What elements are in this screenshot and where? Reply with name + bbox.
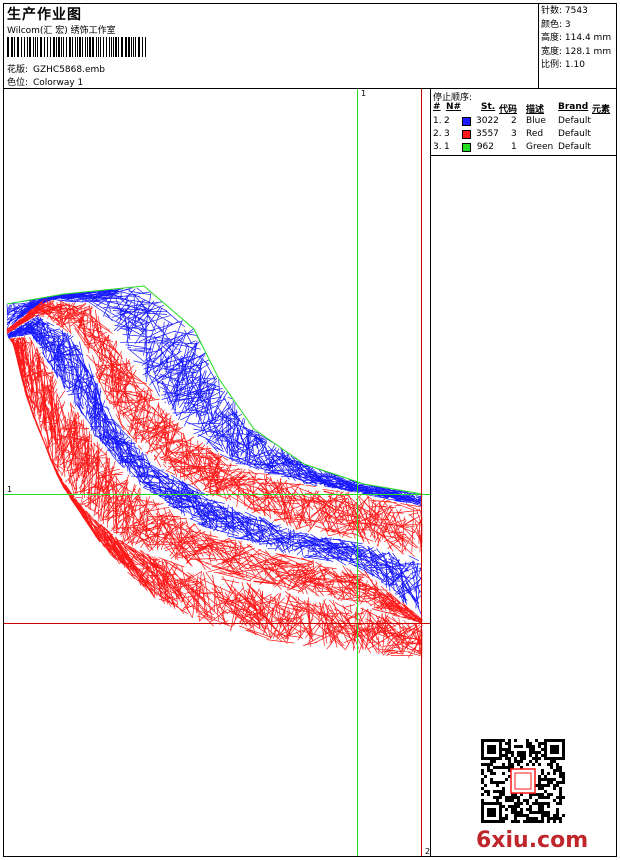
col-header-n: N# <box>446 102 462 112</box>
color-swatch <box>462 117 471 126</box>
stat-label: 宽度: <box>541 46 563 57</box>
stats-panel: 针数: 7543 颜色: 3 高度: 114.4 mm 宽度: 128.1 mm… <box>541 5 611 73</box>
col-header-brand: Brand <box>558 102 589 112</box>
qr-code-icon <box>481 739 565 823</box>
embroidery-design-preview <box>6 285 423 659</box>
row-brand: Default <box>558 116 591 126</box>
row-description: Green <box>526 142 554 152</box>
stat-value: 3 <box>564 19 571 30</box>
stat-value: 1.10 <box>564 60 585 71</box>
guide-label-top: 1 <box>361 89 367 98</box>
row-description: Red <box>526 129 544 139</box>
stat-label: 针数: <box>541 6 563 16</box>
page-title: 生产作业图 <box>7 7 82 23</box>
panel-divider <box>430 88 431 857</box>
studio-name: Wilcom(汇 宏) 绣饰工作室 <box>7 26 116 36</box>
stat-row: 颜色: 3 <box>541 19 611 33</box>
row-stitches: 3022 <box>476 116 499 126</box>
row-needle: 1 <box>444 142 450 152</box>
design-name: 花版: GZHC5868.emb <box>7 62 105 75</box>
vertical-guide-red <box>421 89 422 856</box>
row-num: 1. <box>433 116 442 126</box>
colorway: 色位: Colorway 1 <box>7 75 83 88</box>
stat-row: 高度: 114.4 mm <box>541 32 611 46</box>
stat-label: 颜色: <box>541 19 563 30</box>
stat-value: 128.1 mm <box>564 46 612 57</box>
col-header-st: St. <box>481 102 496 112</box>
color-swatch <box>462 143 471 152</box>
row-code: 3 <box>511 129 517 139</box>
stats-divider <box>538 3 539 88</box>
barcode-icon <box>7 37 146 57</box>
row-needle: 3 <box>444 129 450 139</box>
colorway-label: 色位: <box>7 78 29 88</box>
stat-row: 比例: 1.10 <box>541 59 611 73</box>
horizontal-guide-red <box>4 623 430 624</box>
stat-value: 7543 <box>564 6 588 16</box>
table-divider <box>430 155 617 156</box>
row-stitches: 962 <box>476 142 494 152</box>
design-value: GZHC5868.emb <box>33 65 105 75</box>
design-label: 花版: <box>7 65 29 75</box>
stat-value: 114.4 mm <box>564 33 612 44</box>
guide-label-bottom: 2 <box>425 847 431 856</box>
row-brand: Default <box>558 142 591 152</box>
row-needle: 2 <box>444 116 450 126</box>
vertical-guide-green <box>357 89 358 856</box>
row-code: 1 <box>511 142 517 152</box>
col-header-desc: 描述 <box>526 105 545 115</box>
row-stitches: 3557 <box>476 129 499 139</box>
row-description: Blue <box>526 116 546 126</box>
guide-label-left: 1 <box>7 485 13 494</box>
stat-label: 比例: <box>541 60 563 71</box>
horizontal-guide-green <box>4 494 430 495</box>
watermark-text: 6xiu.com <box>476 828 589 853</box>
stat-label: 高度: <box>541 33 563 44</box>
stat-row: 宽度: 128.1 mm <box>541 46 611 60</box>
row-num: 3. <box>433 142 442 152</box>
col-header-element: 元素 <box>592 105 611 115</box>
row-brand: Default <box>558 129 591 139</box>
col-header-num: # <box>433 102 441 112</box>
colorway-value: Colorway 1 <box>33 78 84 88</box>
row-code: 2 <box>511 116 517 126</box>
color-swatch <box>462 130 471 139</box>
row-num: 2. <box>433 129 442 139</box>
stat-row: 针数: 7543 <box>541 5 611 19</box>
col-header-code: 代码 <box>499 105 518 115</box>
